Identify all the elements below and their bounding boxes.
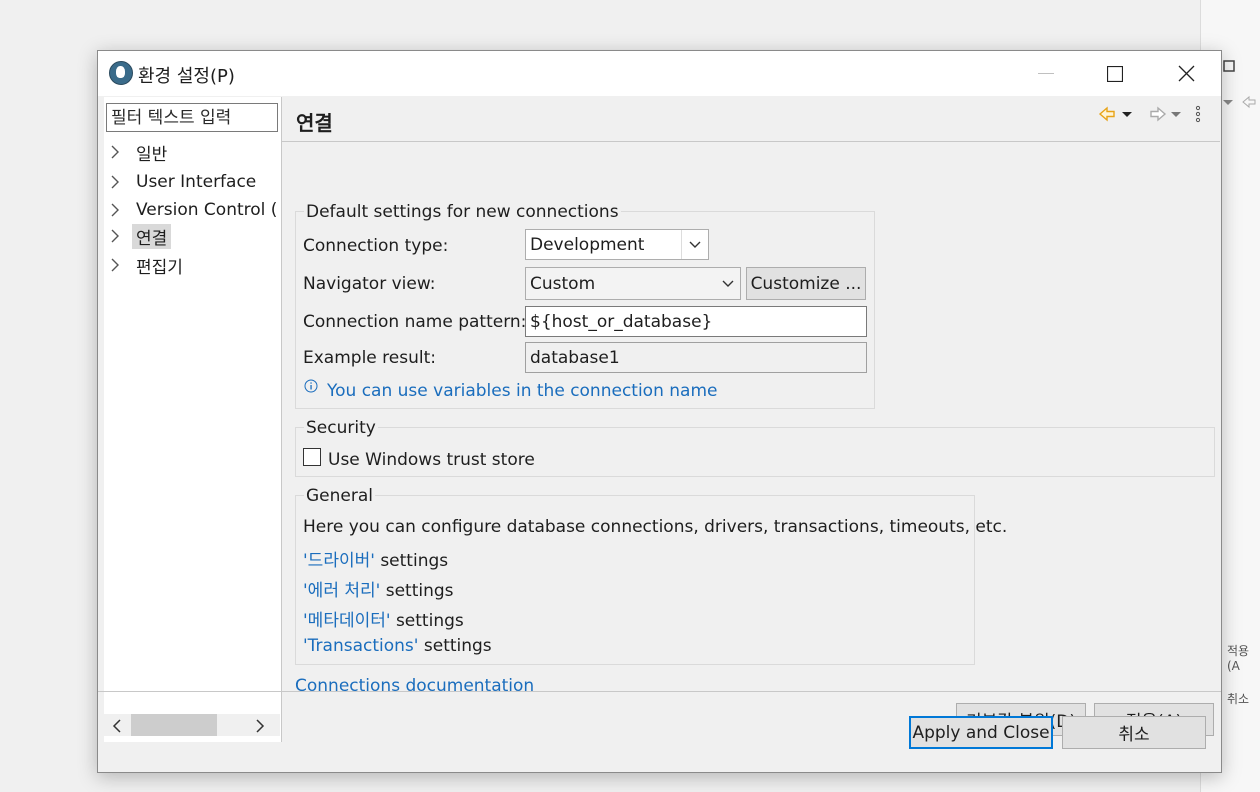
default-settings-group: Default settings for new connections Con…	[295, 202, 875, 409]
trust-store-checkbox[interactable]	[303, 448, 321, 466]
tree-item-general[interactable]: 일반	[110, 139, 171, 165]
tree-item-label: Version Control (	[136, 200, 278, 220]
preferences-tree-pane: 일반 User Interface Version Control ( 연결 편…	[104, 97, 282, 742]
metadata-settings-row: '메타데이터' settings	[303, 606, 464, 631]
tree-item-label: 일반	[136, 144, 168, 165]
tree-item-user-interface[interactable]: User Interface	[110, 169, 260, 195]
navigator-view-label: Navigator view:	[303, 274, 436, 294]
trust-store-label: Use Windows trust store	[328, 450, 535, 470]
maximize-icon	[1107, 65, 1123, 82]
navigator-view-select[interactable]: Custom	[525, 267, 741, 300]
apply-and-close-button[interactable]: Apply and Close	[909, 716, 1053, 749]
horizontal-scrollbar[interactable]	[104, 714, 280, 736]
transactions-link[interactable]: 'Transactions'	[303, 636, 418, 656]
minimize-icon	[1038, 72, 1054, 74]
tree-item-version-control[interactable]: Version Control (	[110, 197, 281, 223]
example-result-field: database1	[525, 342, 867, 373]
chevron-down-icon	[681, 230, 708, 259]
back-arrow-icon[interactable]	[1098, 106, 1115, 122]
view-menu-icon[interactable]	[1195, 105, 1201, 123]
background-cancel-fragment: 취소	[1227, 692, 1250, 706]
dialog-title: 환경 설정(P)	[138, 66, 235, 87]
connection-type-select[interactable]: Development	[525, 229, 709, 260]
close-button[interactable]	[1163, 51, 1209, 96]
settings-suffix: settings	[418, 636, 492, 656]
connections-documentation-link[interactable]: Connections documentation	[295, 676, 534, 696]
tree-item-editors[interactable]: 편집기	[110, 252, 187, 278]
tree-item-label: User Interface	[136, 172, 257, 192]
background-nav-icon	[1221, 95, 1257, 112]
scrollbar-thumb[interactable]	[131, 714, 217, 736]
button-bar-separator	[98, 691, 1221, 692]
app-logo-icon	[109, 61, 133, 85]
title-bar: 환경 설정(P)	[98, 51, 1221, 96]
tree-item-label: 편집기	[136, 257, 183, 278]
drivers-settings-row: '드라이버' settings	[303, 546, 448, 571]
security-group: Security Use Windows trust store	[295, 418, 1215, 477]
preferences-dialog: 환경 설정(P) 일반 User Interface Version Contr…	[97, 50, 1222, 773]
group-title: General	[304, 486, 375, 506]
forward-arrow-icon[interactable]	[1150, 106, 1167, 122]
customize-button[interactable]: Customize ...	[746, 267, 866, 300]
cancel-button[interactable]: 취소	[1062, 716, 1206, 749]
metadata-link[interactable]: '메타데이터'	[303, 611, 391, 631]
name-pattern-input[interactable]: ${host_or_database}	[525, 306, 867, 337]
page-navigation	[1097, 103, 1217, 125]
close-icon	[1178, 65, 1194, 82]
group-title: Default settings for new connections	[304, 202, 621, 222]
drivers-link[interactable]: '드라이버'	[303, 551, 375, 571]
navigator-view-value: Custom	[530, 273, 596, 294]
error-handling-settings-row: '에러 처리' settings	[303, 576, 454, 601]
chevron-right-icon[interactable]	[110, 145, 132, 159]
page-title: 연결	[296, 111, 333, 135]
error-handling-link[interactable]: '에러 처리'	[303, 581, 380, 601]
tree-item-label: 연결	[132, 223, 172, 249]
chevron-right-icon[interactable]	[110, 258, 132, 272]
forward-history-dropdown-icon[interactable]	[1171, 112, 1181, 117]
background-square-icon	[1223, 60, 1235, 75]
general-group: General Here you can configure database …	[295, 486, 1007, 665]
tree-item-connections[interactable]: 연결	[110, 223, 172, 249]
settings-suffix: settings	[374, 551, 449, 571]
filter-input[interactable]	[106, 103, 278, 132]
info-icon	[304, 378, 318, 398]
back-history-dropdown-icon[interactable]	[1122, 112, 1132, 117]
connection-type-label: Connection type:	[303, 236, 449, 256]
settings-suffix: settings	[390, 611, 464, 631]
chevron-right-icon[interactable]	[110, 229, 132, 243]
connection-type-value: Development	[530, 234, 645, 255]
name-pattern-label: Connection name pattern:	[303, 312, 527, 332]
example-result-label: Example result:	[303, 348, 436, 368]
settings-suffix: settings	[380, 581, 454, 601]
title-separator	[282, 141, 1220, 142]
scroll-left-icon[interactable]	[112, 718, 122, 738]
chevron-right-icon[interactable]	[110, 203, 132, 217]
transactions-settings-row: 'Transactions' settings	[303, 636, 492, 656]
variables-info-text: You can use variables in the connection …	[327, 381, 718, 401]
maximize-button[interactable]	[1092, 51, 1138, 96]
scroll-right-icon[interactable]	[255, 718, 265, 738]
group-title: Security	[304, 418, 378, 438]
preference-page: 연결 Default settings for new connections …	[282, 97, 1220, 742]
chevron-down-icon	[722, 268, 734, 299]
general-description: Here you can configure database connecti…	[303, 517, 1008, 537]
minimize-button[interactable]	[1023, 51, 1069, 96]
chevron-right-icon[interactable]	[110, 175, 132, 189]
background-apply-fragment: 적용(A	[1227, 644, 1250, 673]
